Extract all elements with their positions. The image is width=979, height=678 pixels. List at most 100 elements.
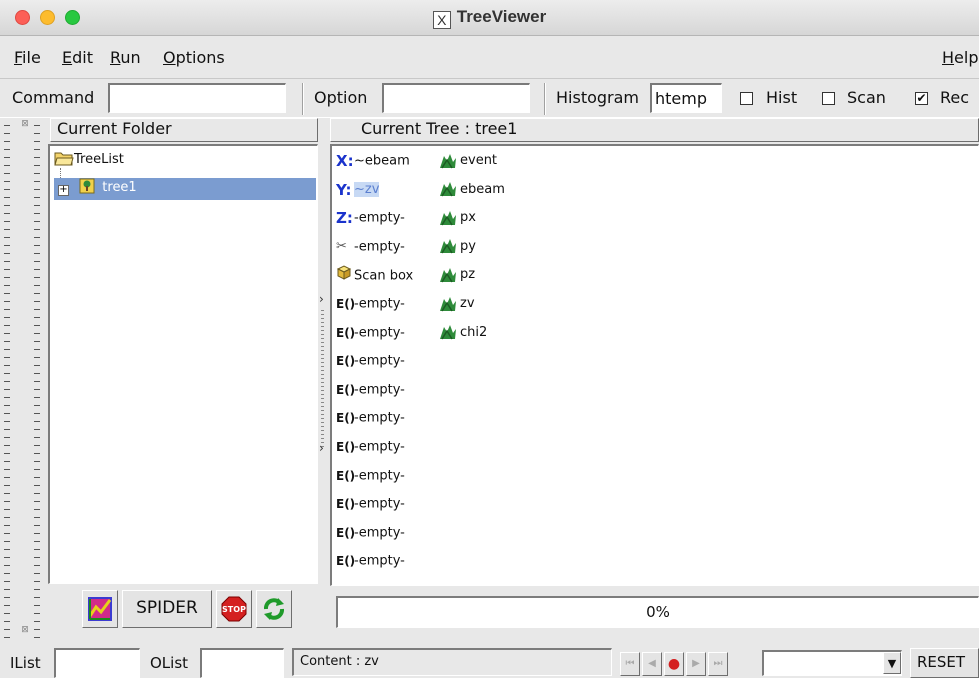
splitter-arrow-icon[interactable]: › xyxy=(319,292,324,306)
title-bar: X TreeViewer xyxy=(0,0,979,36)
refresh-button[interactable] xyxy=(256,590,292,628)
menu-file[interactable]: File xyxy=(14,48,41,67)
ilist-input[interactable] xyxy=(54,648,140,678)
leaf-item-zv[interactable]: zv xyxy=(438,293,475,315)
leaf-item-px[interactable]: px xyxy=(438,207,476,229)
status-bar: IList OList Content : zv ⏮ ◀ ● ▶ ⏭ ▼ RES… xyxy=(0,640,979,678)
folder-item-treelist[interactable]: TreeList xyxy=(54,150,316,172)
scan-label: Scan xyxy=(847,88,886,107)
previous-record-button[interactable]: ◀ xyxy=(642,652,662,676)
tree-slot-item[interactable]: Z:-empty- xyxy=(336,207,405,229)
resize-grip-icon[interactable]: ⊠ xyxy=(18,118,32,132)
tree-slot-item[interactable]: E()-empty- xyxy=(336,322,405,344)
spider-button[interactable]: SPIDER xyxy=(122,590,212,628)
last-record-button[interactable]: ⏭ xyxy=(708,652,728,676)
folder-item-tree1[interactable]: + tree1 xyxy=(54,178,316,200)
x-axis-icon: X: xyxy=(336,152,354,170)
folder-item-label: TreeList xyxy=(74,152,124,167)
progress-bar: 0% xyxy=(336,596,979,628)
leaf-icon xyxy=(438,266,458,284)
leaf-item-ebeam[interactable]: ebeam xyxy=(438,179,505,201)
current-record-button[interactable]: ● xyxy=(664,652,684,676)
leaf-item-event[interactable]: event xyxy=(438,150,497,172)
tree-slot-item[interactable]: Scan box xyxy=(336,264,413,286)
tree-icon xyxy=(79,178,95,194)
tree-slot-item[interactable]: E()-empty- xyxy=(336,407,405,429)
menu-edit[interactable]: Edit xyxy=(62,48,93,67)
leaf-item-py[interactable]: py xyxy=(438,236,476,258)
leaf-icon xyxy=(438,180,458,198)
rec-label: Rec xyxy=(940,88,970,107)
leaf-label: px xyxy=(460,210,476,226)
tree-slot-item[interactable]: E()-empty- xyxy=(336,379,405,401)
menu-run[interactable]: Run xyxy=(110,48,141,67)
x11-logo-icon: X xyxy=(432,11,451,29)
tree-slot-label: ~zv xyxy=(354,182,380,198)
tree-slot-label: -empty- xyxy=(354,382,405,398)
expression-icon: E() xyxy=(336,411,356,426)
ilist-label: IList xyxy=(10,654,41,672)
stop-sign-icon: STOP xyxy=(221,596,247,622)
menu-options[interactable]: Options xyxy=(163,48,225,67)
leaf-icon xyxy=(438,237,458,255)
leaf-icon xyxy=(438,209,458,227)
command-input[interactable] xyxy=(108,83,286,113)
draw-button[interactable] xyxy=(82,590,118,628)
tree-slot-item[interactable]: ✂ -empty- xyxy=(336,236,405,258)
tree-slot-item[interactable]: E()-empty- xyxy=(336,350,405,372)
expression-icon: E() xyxy=(336,497,356,512)
next-record-button[interactable]: ▶ xyxy=(686,652,706,676)
ruler-ticks xyxy=(4,118,10,638)
tree-slot-item[interactable]: E()-empty- xyxy=(336,493,405,515)
tree-slot-item[interactable]: E()-empty- xyxy=(336,436,405,458)
option-input[interactable] xyxy=(382,83,530,113)
histogram-draw-icon xyxy=(88,597,112,621)
toolbar-separator xyxy=(544,83,546,115)
reset-button[interactable]: RESET xyxy=(910,648,979,678)
folder-list[interactable]: TreeList + tree1 xyxy=(48,144,318,584)
olist-input[interactable] xyxy=(200,648,284,678)
resize-grip-icon[interactable]: ⊠ xyxy=(18,624,32,638)
scan-checkbox[interactable] xyxy=(822,92,835,105)
step-back-icon: ◀ xyxy=(648,658,656,669)
tree-slot-item[interactable]: E()-empty- xyxy=(336,465,405,487)
step-forward-icon: ▶ xyxy=(692,658,700,669)
expression-icon: E() xyxy=(336,382,356,397)
leaf-label: zv xyxy=(460,296,475,311)
tree-slot-label: -empty- xyxy=(354,553,405,569)
expression-icon: E() xyxy=(336,554,356,569)
expression-icon: E() xyxy=(336,525,356,540)
toolbar-separator xyxy=(302,83,304,115)
tree-slot-item[interactable]: Y: ~zv xyxy=(336,179,380,201)
olist-label: OList xyxy=(150,654,189,672)
window-title-text: TreeViewer xyxy=(456,7,547,26)
rec-checkbox[interactable]: ✔ xyxy=(915,92,928,105)
dropdown-arrow-icon[interactable]: ▼ xyxy=(883,652,901,674)
menu-help[interactable]: Help xyxy=(942,48,978,67)
scissors-icon: ✂ xyxy=(336,238,347,254)
tree-slot-item[interactable]: E()-empty- xyxy=(336,293,405,315)
expand-icon[interactable]: + xyxy=(58,185,69,196)
tree-slot-label: -empty- xyxy=(354,468,405,484)
refresh-icon xyxy=(264,598,284,620)
expression-icon: E() xyxy=(336,468,356,483)
tree-slot-item[interactable]: E()-empty- xyxy=(336,550,405,572)
splitter-arrow-icon[interactable]: › xyxy=(319,441,324,455)
y-axis-icon: Y: xyxy=(336,180,352,199)
hist-checkbox[interactable] xyxy=(740,92,753,105)
leaf-label: pz xyxy=(460,267,476,283)
record-dot-icon: ● xyxy=(667,656,681,672)
folder-panel-resizer[interactable]: ⊠ ⊠ xyxy=(4,118,40,638)
session-combo[interactable]: ▼ xyxy=(762,650,902,676)
tree-slot-item[interactable]: X:~ebeam xyxy=(336,150,410,172)
leaf-item-chi2[interactable]: chi2 xyxy=(438,322,487,344)
tree-slot-label: ~ebeam xyxy=(354,153,410,169)
tree-variables-panel[interactable]: X:~ebeam Y: ~zv Z:-empty- ✂ -empty- Scan box E(… xyxy=(330,144,979,586)
first-record-button[interactable]: ⏮ xyxy=(620,652,640,676)
tree-slot-item[interactable]: E()-empty- xyxy=(336,522,405,544)
stop-button[interactable]: STOP xyxy=(216,590,252,628)
histogram-input[interactable]: htemp xyxy=(650,83,722,113)
panel-splitter[interactable] xyxy=(321,310,324,450)
leaf-item-pz[interactable]: pz xyxy=(438,264,475,286)
menu-bar: File Edit Run Options Help xyxy=(0,45,979,73)
